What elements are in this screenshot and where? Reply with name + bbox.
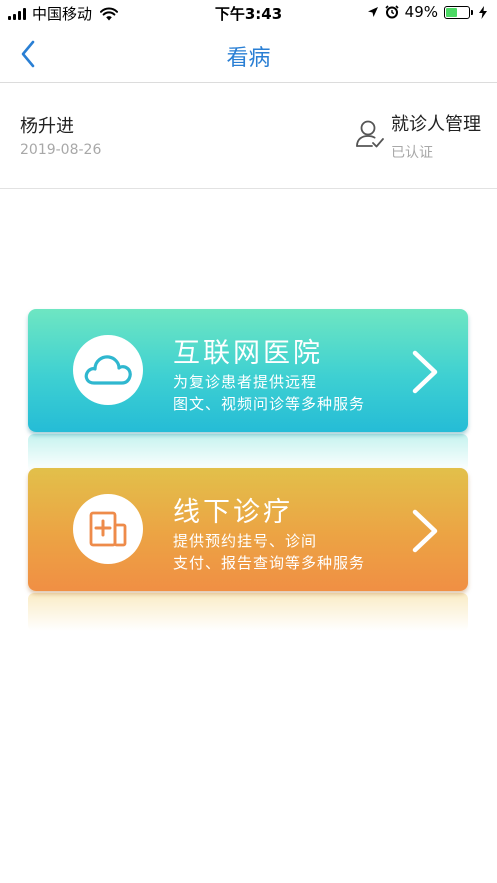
status-right: 49% <box>367 3 487 21</box>
offline-title: 线下诊疗 <box>173 497 293 528</box>
battery-icon <box>444 5 473 19</box>
online-title: 互联网医院 <box>173 338 323 369</box>
nav-bar: 看病 <box>0 26 497 83</box>
verification-status: 已认证 <box>391 145 433 161</box>
page-title: 看病 <box>226 46 271 71</box>
online-hospital-block: 互联网医院 为复诊患者提供远程 图文、视频问诊等多种服务 <box>28 309 468 472</box>
online-card-reflection <box>28 434 468 472</box>
manage-texts: 就诊人管理 已认证 <box>391 110 481 162</box>
offline-icon-circle <box>73 494 143 564</box>
offline-desc-line2: 支付、报告查询等多种服务 <box>173 554 366 572</box>
offline-card-reflection <box>28 593 468 631</box>
patient-section: 杨升进 2019-08-26 就诊人管理 已认证 <box>0 84 497 189</box>
patient-manage-button[interactable]: 就诊人管理 已认证 <box>355 110 481 162</box>
location-arrow-icon <box>367 7 378 17</box>
patient-name: 杨升进 <box>20 116 74 137</box>
status-bar: 中国移动 下午3:43 49% <box>0 0 497 26</box>
offline-clinic-block: 线下诊疗 提供预约挂号、诊间 支付、报告查询等多种服务 <box>28 468 468 631</box>
patient-date: 2019-08-26 <box>20 142 102 158</box>
battery-fill <box>446 7 457 17</box>
charging-bolt-icon <box>479 5 487 19</box>
offline-clinic-card[interactable]: 线下诊疗 提供预约挂号、诊间 支付、报告查询等多种服务 <box>28 468 468 591</box>
online-icon-circle <box>73 335 143 405</box>
hospital-icon <box>89 511 127 547</box>
battery-percent: 49% <box>404 3 438 21</box>
user-verified-icon <box>356 120 384 148</box>
online-desc-line2: 图文、视频问诊等多种服务 <box>173 395 366 413</box>
offline-desc-line1: 提供预约挂号、诊间 <box>173 532 318 550</box>
online-hospital-card[interactable]: 互联网医院 为复诊患者提供远程 图文、视频问诊等多种服务 <box>28 309 468 432</box>
alarm-icon <box>385 5 399 19</box>
chevron-right-icon <box>412 509 438 553</box>
chevron-right-icon <box>412 350 438 394</box>
online-desc-line1: 为复诊患者提供远程 <box>173 373 318 391</box>
cloud-icon <box>84 355 132 385</box>
manage-label: 就诊人管理 <box>391 114 481 135</box>
